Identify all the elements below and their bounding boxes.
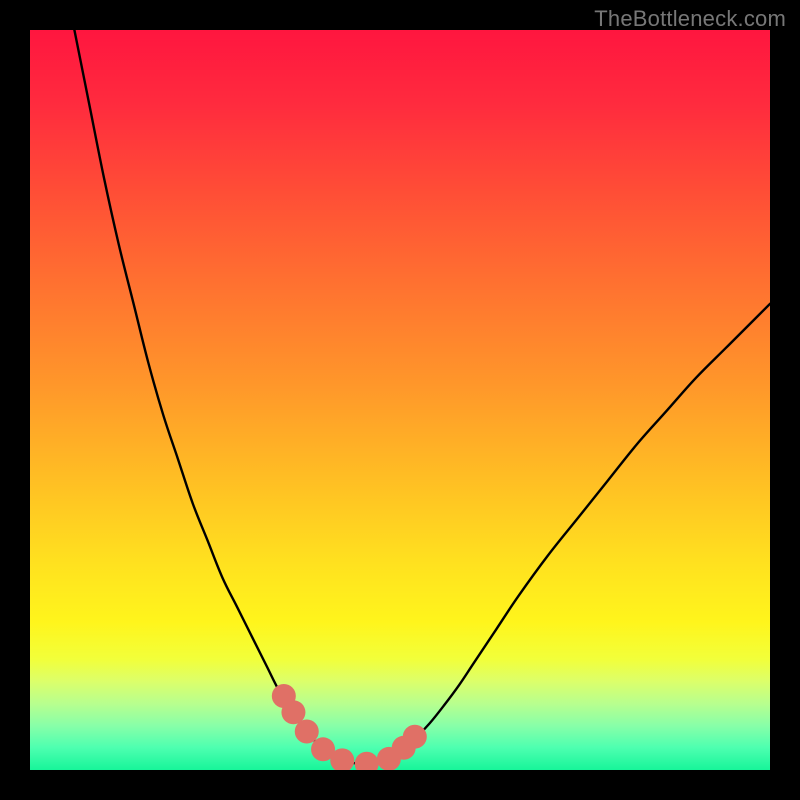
chart-background xyxy=(30,30,770,770)
watermark-label: TheBottleneck.com xyxy=(594,6,786,32)
chart-frame: TheBottleneck.com xyxy=(0,0,800,800)
marker-point xyxy=(403,725,427,749)
chart-plot-area xyxy=(30,30,770,770)
chart-svg xyxy=(30,30,770,770)
marker-point xyxy=(295,720,319,744)
